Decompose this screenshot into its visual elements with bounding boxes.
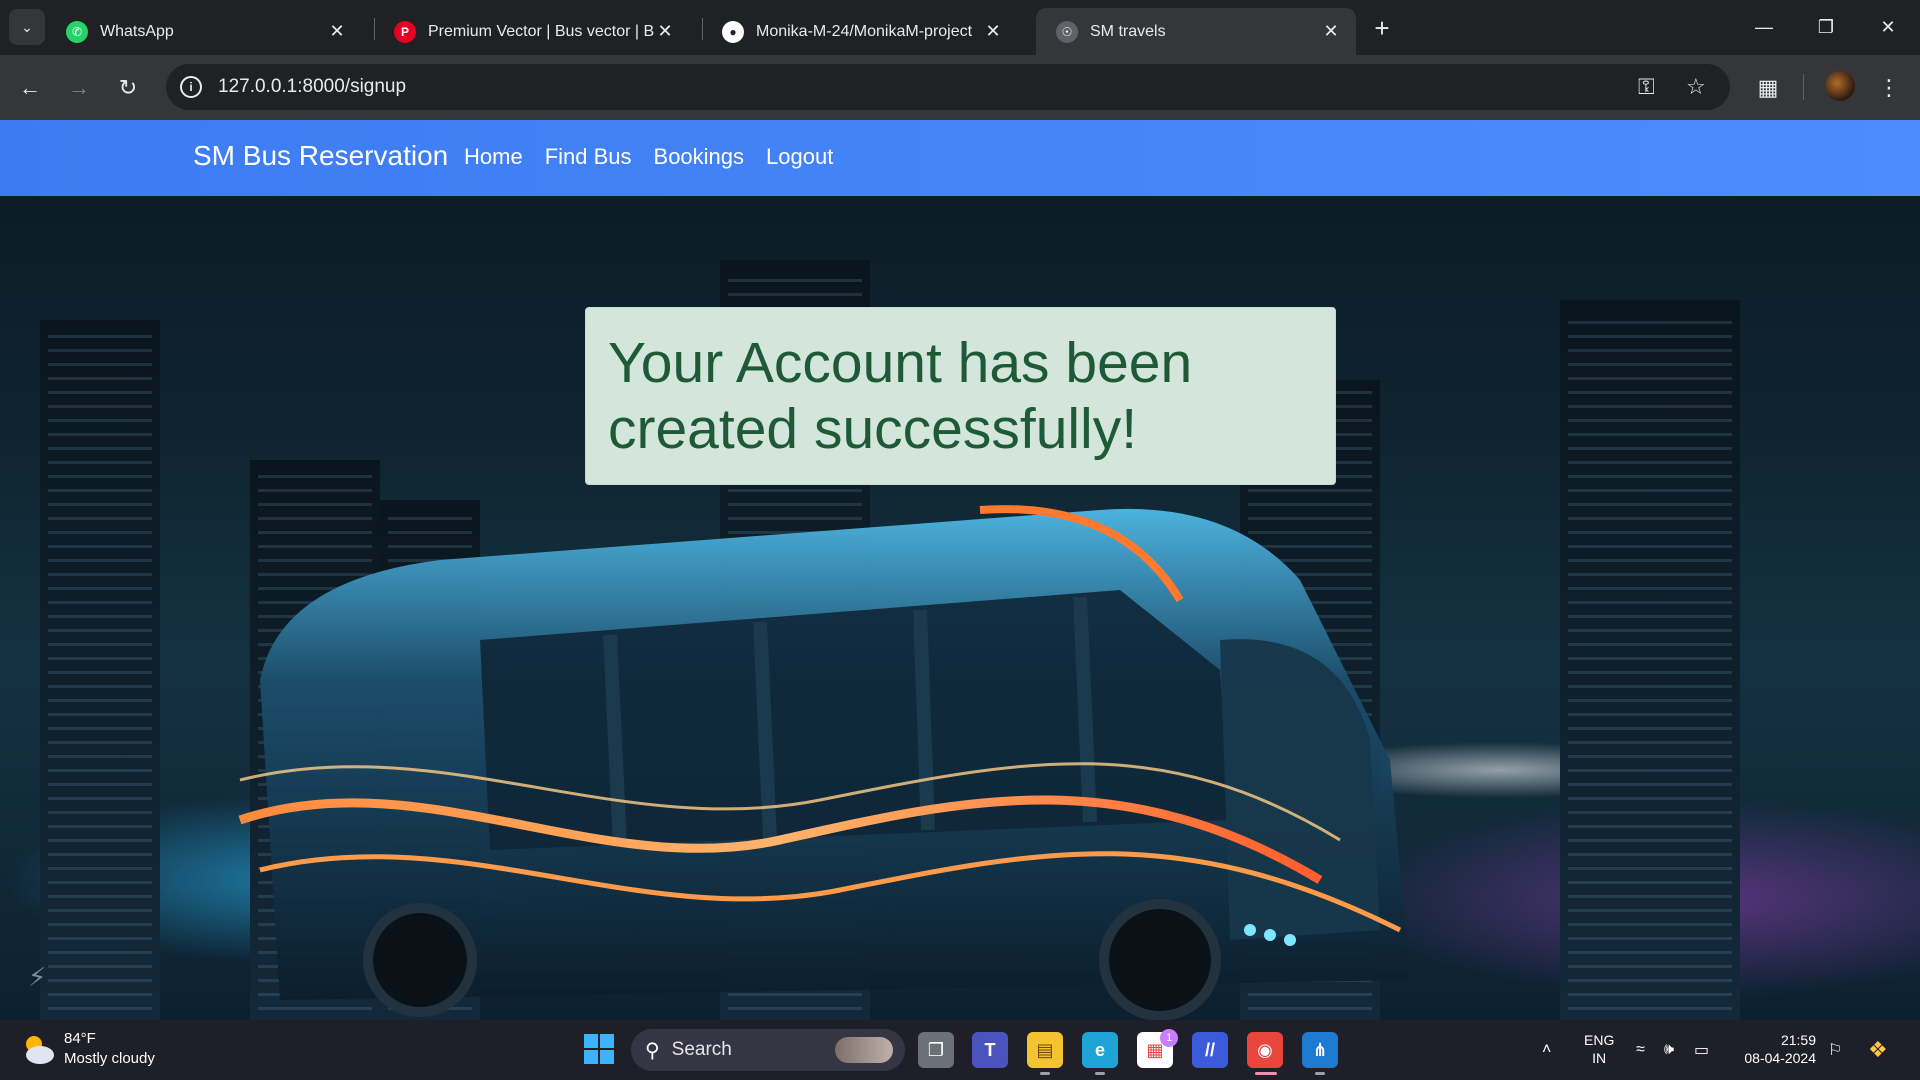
whatsapp-icon: ✆ xyxy=(66,20,88,43)
github-icon: ● xyxy=(722,20,744,43)
extensions-icon[interactable]: ▦ xyxy=(1751,71,1785,105)
language-code: ENG xyxy=(1584,1032,1615,1048)
windows-logo-tile xyxy=(584,1034,598,1048)
chrome-icon[interactable]: ◉ xyxy=(1247,1032,1283,1068)
store-notification-badge: 1 xyxy=(1160,1029,1178,1047)
app-running-indicator xyxy=(1315,1072,1325,1075)
tab-search-button[interactable]: ⌄ xyxy=(9,9,45,45)
nav-link-logout[interactable]: Logout xyxy=(766,144,833,170)
system-clock[interactable]: 21:59 08-04-2024 xyxy=(1736,1031,1816,1067)
toolbar-divider xyxy=(1803,74,1804,100)
search-label: Search xyxy=(671,1039,732,1060)
address-bar[interactable]: i 127.0.0.1:8000/signup ⚿ ☆ xyxy=(166,64,1730,110)
weather-temperature[interactable]: 84°F xyxy=(64,1030,96,1047)
nav-link-find-bus[interactable]: Find Bus xyxy=(545,144,632,170)
region-code: IN xyxy=(1592,1050,1607,1066)
clock-time: 21:59 xyxy=(1780,1032,1816,1048)
close-icon[interactable]: ✕ xyxy=(326,21,348,43)
clock-date: 08-04-2024 xyxy=(1744,1050,1816,1066)
bus-illustration xyxy=(238,505,1410,1020)
app-running-indicator xyxy=(1040,1072,1050,1075)
nav-links: Home Find Bus Bookings Logout xyxy=(464,144,833,170)
forward-button[interactable]: → xyxy=(62,71,96,105)
notification-bell-icon[interactable]: ⚐ xyxy=(1828,1020,1842,1080)
password-key-icon[interactable]: ⚿ xyxy=(1638,64,1655,110)
file-explorer-icon[interactable]: ▤ xyxy=(1027,1032,1063,1068)
productivity-app-icon[interactable]: // xyxy=(1192,1032,1228,1068)
profile-avatar[interactable] xyxy=(1825,71,1855,101)
search-icon: ⚲ xyxy=(645,1039,660,1062)
site-navbar: SM Bus Reservation Home Find Bus Booking… xyxy=(0,120,1920,196)
tab-whatsapp[interactable]: ✆ WhatsApp ✕ xyxy=(46,8,362,55)
chevron-down-icon: ⌄ xyxy=(21,18,33,35)
windows-logo-tile xyxy=(600,1034,614,1048)
copilot-icon[interactable]: ❖ xyxy=(1868,1020,1888,1080)
browser-toolbar: ← → ↻ i 127.0.0.1:8000/signup ⚿ ☆ ▦ ⋮ xyxy=(0,55,1920,120)
tab-title: Monika-M-24/MonikaM-project xyxy=(756,22,973,40)
site-brand[interactable]: SM Bus Reservation xyxy=(193,140,448,172)
nav-link-home[interactable]: Home xyxy=(464,144,523,170)
background-building xyxy=(40,320,160,1020)
back-button[interactable]: ← xyxy=(13,71,47,105)
close-icon[interactable]: ✕ xyxy=(1320,21,1342,43)
nav-link-bookings[interactable]: Bookings xyxy=(654,144,745,170)
menu-kebab-icon[interactable]: ⋮ xyxy=(1872,71,1906,105)
teams-icon[interactable]: T xyxy=(972,1032,1008,1068)
search-highlight-image xyxy=(835,1037,893,1063)
close-icon[interactable]: ✕ xyxy=(654,21,676,43)
success-alert: Your Account has been created successful… xyxy=(585,307,1336,485)
bookmark-star-icon[interactable]: ☆ xyxy=(1686,64,1706,110)
new-tab-button[interactable]: + xyxy=(1368,13,1396,43)
lightning-logo-icon: ⚡ xyxy=(28,962,47,992)
close-window-button[interactable]: ✕ xyxy=(1858,8,1918,46)
pinterest-icon: P xyxy=(394,20,416,43)
tab-pinterest[interactable]: P Premium Vector | Bus vector | Bus ✕ xyxy=(374,8,690,55)
tab-strip: ⌄ ✆ WhatsApp ✕ P Premium Vector | Bus ve… xyxy=(0,0,1920,55)
close-icon[interactable]: ✕ xyxy=(982,21,1004,43)
minimize-button[interactable]: — xyxy=(1734,8,1794,46)
input-language[interactable]: ENG IN xyxy=(1584,1031,1614,1067)
restore-button[interactable]: ❐ xyxy=(1796,8,1856,46)
tab-title: SM travels xyxy=(1090,22,1166,40)
tab-sm-travels[interactable]: ☉ SM travels ✕ xyxy=(1036,8,1356,55)
site-info-icon[interactable]: i xyxy=(180,76,202,98)
reload-button[interactable]: ↻ xyxy=(111,71,145,105)
windows-logo-tile xyxy=(584,1050,598,1064)
alert-message: Your Account has been created successful… xyxy=(608,331,1193,461)
cloud-sun-icon[interactable] xyxy=(20,1032,56,1066)
app-active-indicator xyxy=(1255,1072,1277,1075)
battery-icon[interactable]: ▭ xyxy=(1694,1020,1709,1080)
weather-condition[interactable]: Mostly cloudy xyxy=(64,1050,155,1067)
task-view-icon[interactable]: ❐ xyxy=(918,1032,954,1068)
taskbar: 84°F Mostly cloudy ⚲ Search ❐ T ▤ e ▦ 1 … xyxy=(0,1020,1920,1080)
page-viewport: SM Bus Reservation Home Find Bus Booking… xyxy=(0,120,1920,1020)
vscode-icon[interactable]: ⋔ xyxy=(1302,1032,1338,1068)
app-running-indicator xyxy=(1095,1072,1105,1075)
windows-logo-tile xyxy=(600,1050,614,1064)
tab-title: Premium Vector | Bus vector | Bus xyxy=(428,22,654,40)
globe-icon: ☉ xyxy=(1056,20,1078,43)
tab-github[interactable]: ● Monika-M-24/MonikaM-project ✕ xyxy=(702,8,1018,55)
edge-icon[interactable]: e xyxy=(1082,1032,1118,1068)
windows-start-button[interactable] xyxy=(584,1034,614,1064)
url-text[interactable]: 127.0.0.1:8000/signup xyxy=(218,76,406,98)
chevron-up-icon[interactable]: ˄ xyxy=(1542,1020,1551,1080)
tab-title: WhatsApp xyxy=(100,22,174,40)
taskbar-search[interactable]: ⚲ Search xyxy=(631,1029,905,1071)
volume-icon[interactable]: 🕪 xyxy=(1664,1020,1674,1080)
wifi-icon[interactable]: ≈ xyxy=(1636,1020,1645,1080)
